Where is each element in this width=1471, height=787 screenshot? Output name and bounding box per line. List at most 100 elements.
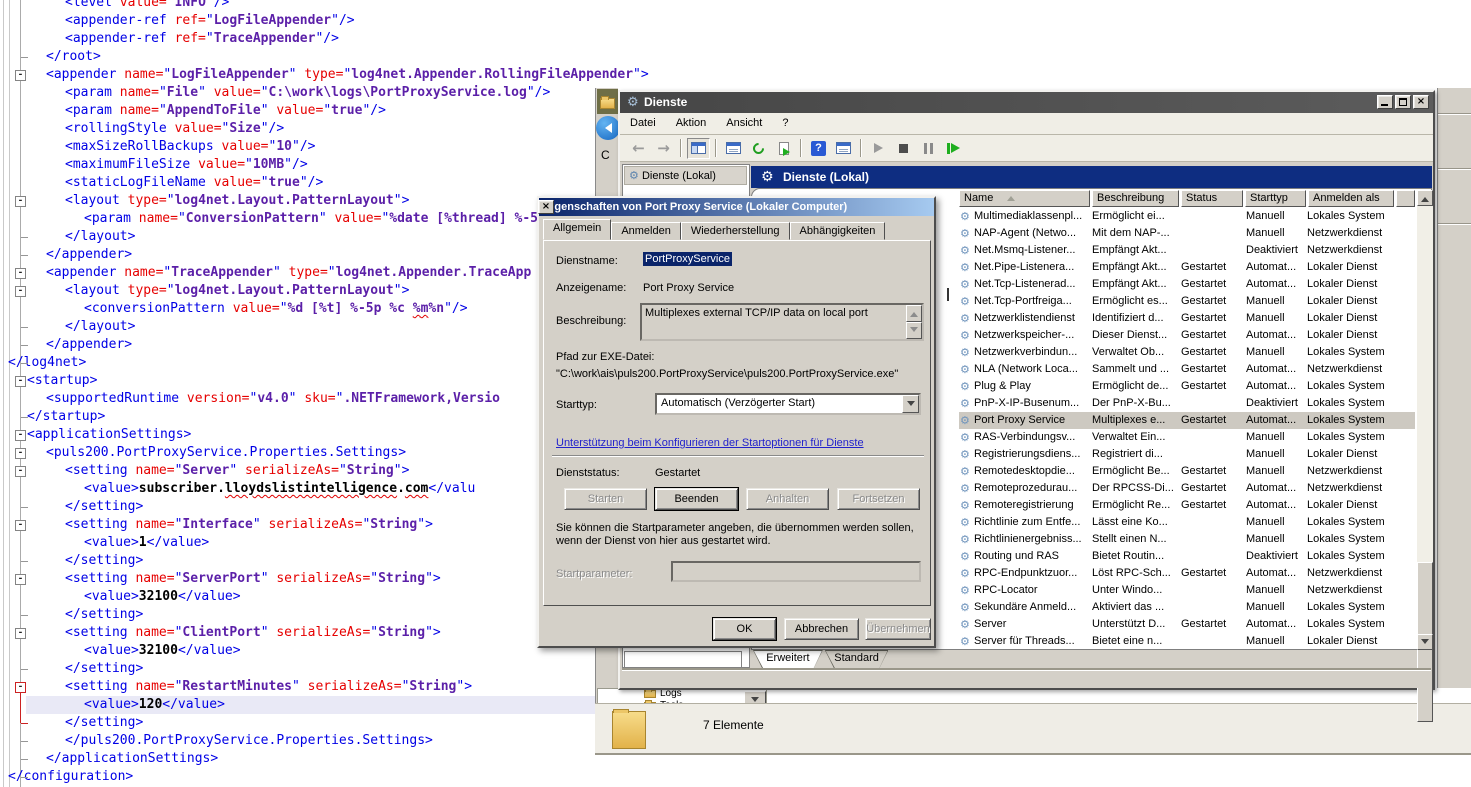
fold-toggle-icon[interactable]: - — [15, 268, 26, 279]
service-row[interactable]: ⚙Sekundäre Anmeld...Aktiviert das ...Man… — [959, 599, 1415, 616]
fold-toggle-icon[interactable]: - — [15, 466, 26, 477]
list-view-button[interactable] — [832, 138, 855, 159]
beschreibung-text: Multiplexes external TCP/IP data on loca… — [645, 307, 868, 319]
service-row[interactable]: ⚙RPC-LocatorUnter Windo...ManuellNetzwer… — [959, 582, 1415, 599]
startoptions-help-link[interactable]: Unterstützung beim Konfigurieren der Sta… — [556, 437, 864, 449]
service-row[interactable]: ⚙Server für Threads...Bietet eine n...Ma… — [959, 633, 1415, 650]
column-header-beschreibung[interactable]: Beschreibung — [1092, 190, 1179, 207]
fold-toggle-icon[interactable]: - — [15, 376, 26, 387]
column-header-name[interactable]: Name — [959, 190, 1090, 207]
services-scrollbar[interactable] — [1417, 190, 1433, 650]
service-row[interactable]: ⚙RPC-Endpunktzuor...Löst RPC-Sch...Gesta… — [959, 565, 1415, 582]
back-button-icon[interactable] — [596, 116, 618, 140]
service-row[interactable]: ⚙PnP-X-IP-Busenum...Der PnP-X-Bu...Deakt… — [959, 395, 1415, 412]
menu-help[interactable]: ? — [772, 113, 798, 129]
fold-toggle-icon[interactable]: - — [15, 682, 26, 693]
beschreibung-box[interactable]: Multiplexes external TCP/IP data on loca… — [640, 303, 924, 341]
button-ok[interactable]: OK — [713, 618, 776, 640]
fold-toggle-icon[interactable]: - — [15, 574, 26, 585]
service-row[interactable]: ⚙Registrierungsdiens...Registriert di...… — [959, 446, 1415, 463]
refresh-button[interactable] — [747, 138, 770, 159]
button-abbrechen[interactable]: Abbrechen — [784, 618, 859, 640]
pfad-value: "C:\work\ais\puls200.PortProxyService\pu… — [556, 368, 898, 380]
console-tree-item-dienste-lokal[interactable]: ⚙ Dienste (Lokal) — [624, 166, 747, 185]
tab-abh-ngigkeiten[interactable]: Abhängigkeiten — [790, 222, 886, 240]
close-icon: × — [1414, 96, 1428, 108]
column-header-anmelden-als[interactable]: Anmelden als — [1308, 190, 1394, 207]
cell-description: Ermöglicht Re... — [1092, 497, 1179, 514]
cell-logon: Lokales System — [1307, 412, 1413, 429]
scroll-up-button[interactable] — [906, 305, 922, 322]
back-button[interactable]: ← — [627, 138, 650, 159]
service-row[interactable]: ⚙Netzwerkspeicher-...Dieser Dienst...Ges… — [959, 327, 1415, 344]
help-button[interactable]: ? — [807, 138, 830, 159]
pause-service-button[interactable] — [917, 138, 940, 159]
service-row[interactable]: ⚙ServerUnterstützt D...GestartetAutomat.… — [959, 616, 1415, 633]
maximize-button[interactable] — [1395, 95, 1411, 109]
dialog-titlebar[interactable]: Eigenschaften von Port Proxy Service (Lo… — [539, 198, 934, 216]
cell-name: Remoteregistrierung — [974, 497, 1092, 514]
code-text: </setting> — [65, 552, 143, 570]
fold-toggle-icon[interactable]: - — [15, 448, 26, 459]
service-row[interactable]: ⚙Routing und RASBietet Routin...Deaktivi… — [959, 548, 1415, 565]
service-row[interactable]: ⚙Remoteprozedurau...Der RPCSS-Di...Gesta… — [959, 480, 1415, 497]
service-row[interactable]: ⚙Remotedesktopdie...Ermöglicht Be...Gest… — [959, 463, 1415, 480]
minimize-button[interactable] — [1377, 95, 1393, 109]
start-service-button[interactable] — [867, 138, 890, 159]
service-row[interactable]: ⚙Net.Pipe-Listenera...Empfängt Akt...Ges… — [959, 259, 1415, 276]
scroll-down-button[interactable] — [906, 322, 922, 339]
code-text: </startup> — [27, 408, 105, 426]
code-text: <setting name="ServerPort" serializeAs="… — [65, 570, 441, 588]
tab-allgemein[interactable]: Allgemein — [543, 219, 611, 240]
service-row[interactable]: ⚙NAP-Agent (Netwo...Mit dem NAP-...Manue… — [959, 225, 1415, 242]
service-row[interactable]: ⚙Netzwerkverbindun...Verwaltet Ob...Gest… — [959, 344, 1415, 361]
service-row[interactable]: ⚙RemoteregistrierungErmöglicht Re...Gest… — [959, 497, 1415, 514]
restart-service-button[interactable] — [942, 138, 965, 159]
service-row[interactable]: ⚙Richtlinie zum Entfe...Lässt eine Ko...… — [959, 514, 1415, 531]
show-console-tree-button[interactable] — [687, 138, 710, 159]
menu-aktion[interactable]: Aktion — [666, 113, 717, 129]
service-row[interactable]: ⚙Port Proxy ServiceMultiplexes e...Gesta… — [959, 412, 1415, 429]
button-beenden[interactable]: Beenden — [655, 488, 738, 510]
fold-toggle-icon[interactable]: - — [15, 628, 26, 639]
services-titlebar[interactable]: ⚙ Dienste × — [620, 92, 1433, 113]
service-row[interactable]: ⚙NLA (Network Loca...Sammelt und ...Gest… — [959, 361, 1415, 378]
export-list-button[interactable] — [772, 138, 795, 159]
service-row[interactable]: ⚙RAS-Verbindungsv...Verwaltet Ein...Manu… — [959, 429, 1415, 446]
cell-description: Unterstützt D... — [1092, 616, 1179, 633]
service-row[interactable]: ⚙Net.Tcp-Listenerad...Empfängt Akt...Ges… — [959, 276, 1415, 293]
scroll-up-button[interactable] — [1417, 190, 1433, 206]
column-header-status[interactable]: Status — [1181, 190, 1243, 207]
tab-erweitert[interactable]: Erweitert — [753, 650, 823, 668]
tree-pane-footer-box — [624, 651, 742, 668]
startparameter-field[interactable] — [671, 561, 921, 582]
fold-toggle-icon[interactable]: - — [15, 430, 26, 441]
tab-wiederherstellung[interactable]: Wiederherstellung — [681, 222, 790, 240]
tab-standard[interactable]: Standard — [825, 650, 889, 668]
services-table[interactable]: ⚙Multimediaklassenpl...Ermöglicht ei...M… — [959, 208, 1417, 650]
service-row[interactable]: ⚙Plug & PlayErmöglicht de...GestartetAut… — [959, 378, 1415, 395]
column-header-starttyp[interactable]: Starttyp — [1245, 190, 1306, 207]
fold-toggle-icon[interactable]: - — [15, 520, 26, 531]
menu-datei[interactable]: Datei — [620, 113, 666, 129]
service-row[interactable]: ⚙Richtlinienergebniss...Stellt einen N..… — [959, 531, 1415, 548]
service-row[interactable]: ⚙Net.Tcp-Portfreiga...Ermöglicht es...Ge… — [959, 293, 1415, 310]
properties-button[interactable] — [722, 138, 745, 159]
toolbar-separator — [715, 139, 717, 157]
service-row[interactable]: ⚙Net.Msmq-Listener...Empfängt Akt...Deak… — [959, 242, 1415, 259]
service-row[interactable]: ⚙Multimediaklassenpl...Ermöglicht ei...M… — [959, 208, 1415, 225]
tab-anmelden[interactable]: Anmelden — [611, 222, 681, 240]
dialog-close-button[interactable]: × — [538, 200, 554, 214]
close-button[interactable]: × — [1413, 95, 1429, 109]
fold-toggle-icon[interactable]: - — [15, 286, 26, 297]
fold-toggle-icon[interactable]: - — [15, 70, 26, 81]
stop-service-button[interactable] — [892, 138, 915, 159]
starttyp-combobox[interactable]: Automatisch (Verzögerter Start) — [655, 393, 921, 415]
fold-toggle-icon[interactable]: - — [15, 196, 26, 207]
scroll-down-button[interactable] — [1417, 634, 1433, 650]
menu-ansicht[interactable]: Ansicht — [716, 113, 772, 129]
dienstname-value[interactable]: PortProxyService — [643, 253, 732, 265]
service-row[interactable]: ⚙NetzwerklistendienstIdentifiziert d...G… — [959, 310, 1415, 327]
forward-button[interactable]: → — [652, 138, 675, 159]
combo-dropdown-button[interactable] — [902, 395, 919, 413]
